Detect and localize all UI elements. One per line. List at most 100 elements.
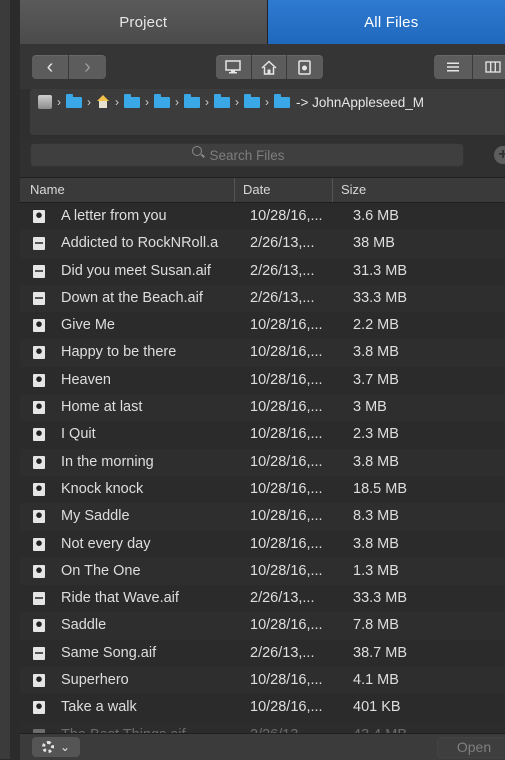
file-date: 2/26/13,... <box>250 258 328 285</box>
forward-button[interactable]: › <box>69 55 106 79</box>
desktop-icon <box>225 60 241 74</box>
path-bar-field: › › › › › › › › -> JohnAppleseed_M <box>30 89 505 135</box>
file-name: A letter from you <box>61 203 231 230</box>
path-separator-icon: › <box>175 95 179 109</box>
table-row[interactable]: Not every day10/28/16,...3.8 MB <box>20 531 505 558</box>
file-browser-window: Project All Files ‹ › <box>0 0 505 759</box>
file-size: 43.4 MB <box>353 722 503 733</box>
tab-project[interactable]: Project <box>20 0 268 44</box>
folder-icon[interactable] <box>244 97 260 108</box>
table-row[interactable]: My Saddle10/28/16,...8.3 MB <box>20 503 505 530</box>
table-row[interactable]: Happy to be there10/28/16,...3.8 MB <box>20 339 505 366</box>
column-header-date[interactable]: Date <box>234 178 332 202</box>
table-row[interactable]: I Quit10/28/16,...2.3 MB <box>20 421 505 448</box>
file-size: 38.7 MB <box>353 640 503 667</box>
file-name: Ride that Wave.aif <box>61 585 231 612</box>
file-date: 10/28/16,... <box>250 394 328 421</box>
home-icon <box>261 60 277 75</box>
folder-icon[interactable] <box>274 97 290 108</box>
table-row[interactable]: Down at the Beach.aif2/26/13,...33.3 MB <box>20 285 505 312</box>
project-file-icon <box>33 674 45 687</box>
file-date: 2/26/13,... <box>250 585 328 612</box>
file-size: 2.3 MB <box>353 421 503 448</box>
search-input[interactable] <box>30 143 464 167</box>
file-date: 10/28/16,... <box>250 312 328 339</box>
folder-icon[interactable] <box>184 97 200 108</box>
action-menu-button[interactable]: ⌄ <box>32 737 80 757</box>
file-size: 4.1 MB <box>353 667 503 694</box>
file-size: 2.2 MB <box>353 312 503 339</box>
open-button[interactable]: Open <box>437 737 505 758</box>
file-list: A letter from you10/28/16,...3.6 MBAddic… <box>20 203 505 733</box>
table-row[interactable]: Same Song.aif 2/26/13,... 38.7 MB <box>20 640 505 667</box>
table-row[interactable]: Knock knock10/28/16,...18.5 MB <box>20 476 505 503</box>
table-row[interactable]: A letter from you10/28/16,...3.6 MB <box>20 203 505 230</box>
navigation-buttons: ‹ › <box>32 55 106 79</box>
audio-file-icon <box>33 592 45 605</box>
back-button[interactable]: ‹ <box>32 55 69 79</box>
table-row[interactable]: Give Me10/28/16,...2.2 MB <box>20 312 505 339</box>
folder-icon[interactable] <box>124 97 140 108</box>
file-name: My Saddle <box>61 503 231 530</box>
file-name: Did you meet Susan.aif <box>61 258 231 285</box>
file-date: 10/28/16,... <box>250 558 328 585</box>
path-separator-icon: › <box>57 95 61 109</box>
path-separator-icon: › <box>205 95 209 109</box>
file-name: Heaven <box>61 367 231 394</box>
file-name: Same Song.aif <box>61 640 231 667</box>
path-separator-icon: › <box>145 95 149 109</box>
file-date: 2/26/13,... <box>250 640 328 667</box>
home-folder-icon[interactable] <box>96 95 110 109</box>
table-row[interactable]: Ride that Wave.aif2/26/13,...33.3 MB <box>20 585 505 612</box>
path-current-folder[interactable]: -> JohnAppleseed_M <box>296 95 424 110</box>
file-name: Saddle <box>61 612 231 639</box>
table-row[interactable]: Saddle10/28/16,...7.8 MB <box>20 612 505 639</box>
project-folder-button[interactable] <box>287 55 323 79</box>
users-folder-icon[interactable] <box>66 97 82 108</box>
table-row[interactable]: Did you meet Susan.aif 2/26/13,... 31.3 MB <box>20 258 505 285</box>
file-size: 401 KB <box>353 694 503 721</box>
table-row[interactable]: Superhero10/28/16,...4.1 MB <box>20 667 505 694</box>
desktop-button[interactable] <box>216 55 252 79</box>
file-name: The Best Things.aif <box>61 722 231 733</box>
chevron-left-icon: ‹ <box>47 57 54 77</box>
audio-file-icon <box>33 265 45 278</box>
search-icon <box>192 146 202 156</box>
file-name: Down at the Beach.aif <box>61 285 231 312</box>
file-size: 31.3 MB <box>353 258 503 285</box>
file-name: Addicted to RockNRoll.a <box>61 230 231 257</box>
table-row[interactable]: Addicted to RockNRoll.a2/26/13,...38 MB <box>20 230 505 257</box>
tab-bar: Project All Files <box>20 0 505 44</box>
table-row[interactable]: Home at last10/28/16,...3 MB <box>20 394 505 421</box>
table-row[interactable]: On The One10/28/16,...1.3 MB <box>20 558 505 585</box>
column-header-name[interactable]: Name <box>20 178 234 202</box>
file-date: 2/26/13,... <box>250 722 328 733</box>
tab-all-files[interactable]: All Files <box>268 0 505 44</box>
table-row[interactable]: Heaven10/28/16,...3.7 MB <box>20 367 505 394</box>
location-buttons <box>216 55 323 79</box>
folder-icon[interactable] <box>154 97 170 108</box>
table-row[interactable]: The Best Things.aif 2/26/13,... 43.4 MB <box>20 722 505 733</box>
chevron-down-icon: ⌄ <box>60 740 70 754</box>
file-size: 8.3 MB <box>353 503 503 530</box>
project-file-icon <box>33 428 45 441</box>
path-separator-icon: › <box>115 95 119 109</box>
gear-icon <box>42 741 54 753</box>
folder-icon[interactable] <box>214 97 230 108</box>
table-row[interactable]: In the morning10/28/16,...3.8 MB <box>20 449 505 476</box>
home-button[interactable] <box>252 55 288 79</box>
file-date: 10/28/16,... <box>250 667 328 694</box>
hard-drive-icon[interactable] <box>38 95 52 109</box>
project-file-icon <box>33 319 45 332</box>
file-name: On The One <box>61 558 231 585</box>
list-view-button[interactable] <box>434 55 473 79</box>
file-size: 33.3 MB <box>353 285 503 312</box>
column-view-button[interactable] <box>473 55 505 79</box>
document-icon <box>298 60 311 75</box>
column-header-size[interactable]: Size <box>332 178 505 202</box>
table-header: Name Date Size <box>20 177 505 203</box>
table-row[interactable]: Take a walk10/28/16,...401 KB <box>20 694 505 721</box>
add-search-button[interactable]: + <box>494 146 505 164</box>
path-separator-icon: › <box>235 95 239 109</box>
path-separator-icon: › <box>265 95 269 109</box>
